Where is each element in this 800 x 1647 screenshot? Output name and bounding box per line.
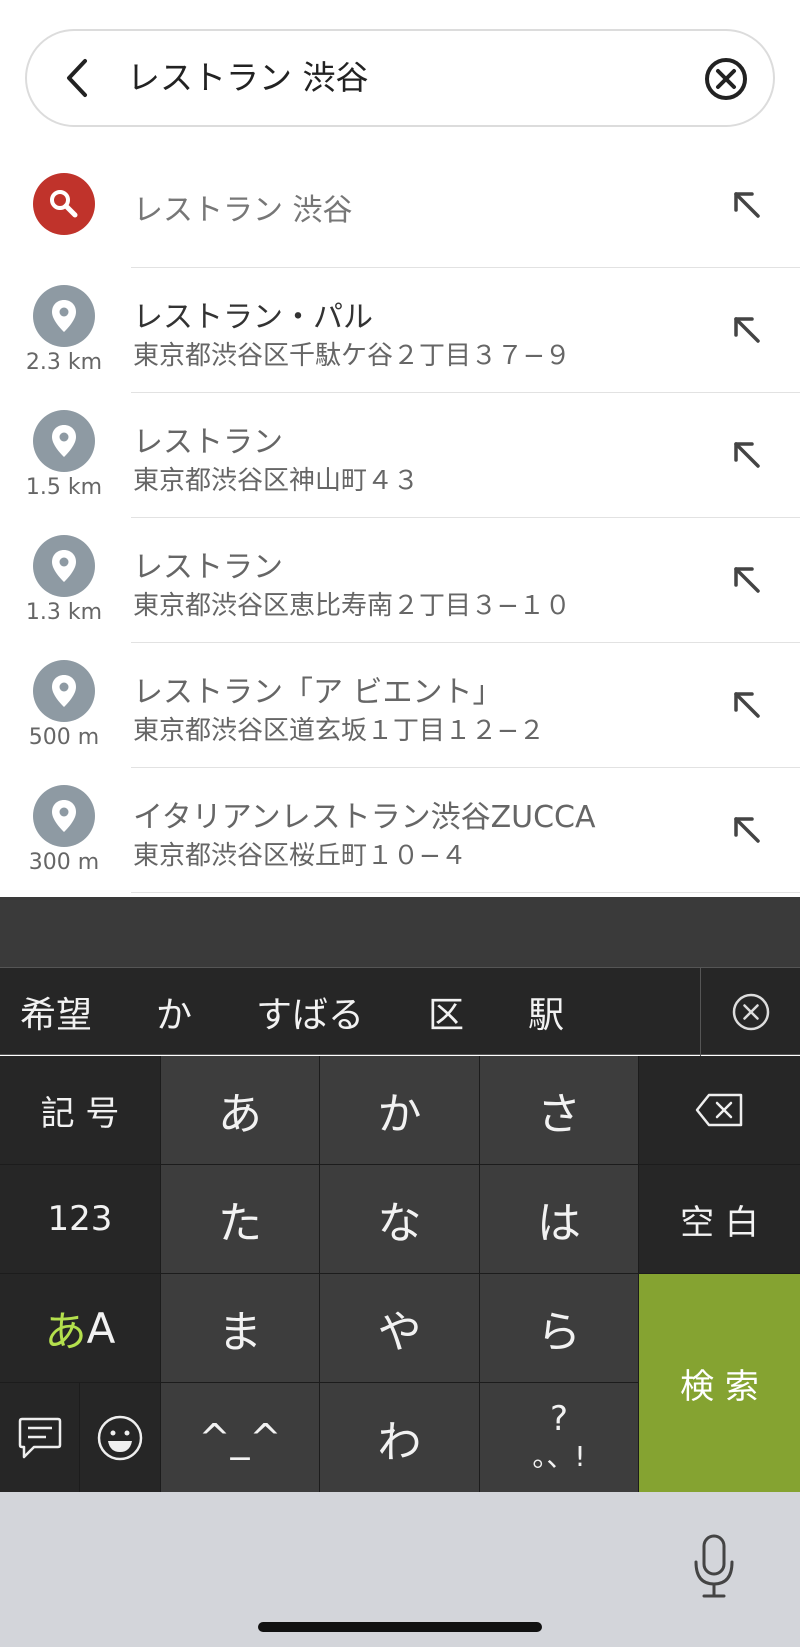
search-bar: レストラン 渋谷 (25, 29, 775, 127)
input-mode-key[interactable]: あA (0, 1274, 160, 1382)
divider (131, 892, 800, 893)
mode-kana-label: あ (44, 1306, 87, 1356)
location-pin-icon (33, 660, 95, 722)
keyboard-bottom-bar (0, 1492, 800, 1647)
chevron-left-icon (67, 59, 87, 97)
key-ka[interactable]: か (320, 1056, 479, 1164)
candidate-word[interactable]: 駅 (508, 986, 564, 1038)
key-ya[interactable]: や (320, 1274, 479, 1382)
place-title: レストラン (133, 425, 283, 460)
query-suggestion-row[interactable]: レストラン 渋谷 (0, 143, 800, 268)
place-result-row[interactable]: 300 m イタリアンレストラン渋谷ZUCCA 東京都渋谷区桜丘町１０−４ (0, 768, 800, 893)
place-title: イタリアンレストラン渋谷ZUCCA (133, 800, 596, 835)
close-circle-icon (732, 993, 769, 1031)
key-ra[interactable]: ら (480, 1274, 638, 1382)
key-a[interactable]: あ (161, 1056, 319, 1164)
distance-label: 1.5 km (25, 475, 103, 500)
place-address: 東京都渋谷区道玄坂１丁目１２−２ (133, 716, 545, 746)
fill-query-arrow-icon[interactable] (732, 315, 762, 345)
location-pin-icon (33, 410, 95, 472)
space-key[interactable]: 空 白 (639, 1165, 800, 1273)
microphone-icon[interactable] (690, 1532, 738, 1602)
location-pin-icon (33, 535, 95, 597)
chat-bubble-icon (18, 1417, 61, 1458)
punct-marks-label: 。、! (532, 1439, 586, 1473)
home-indicator[interactable] (258, 1622, 542, 1632)
punctuation-key[interactable]: ? 。、! (480, 1383, 638, 1492)
clear-search-button[interactable] (703, 56, 749, 102)
clear-circle-icon (705, 58, 747, 100)
candidate-word[interactable]: 希望 (0, 986, 92, 1038)
memo-key[interactable] (0, 1383, 79, 1492)
place-result-row[interactable]: 1.5 km レストラン 東京都渋谷区神山町４３ (0, 393, 800, 518)
candidate-bar: 希望 か すばる 区 駅 (0, 967, 800, 1056)
candidate-word[interactable]: すばる (236, 986, 364, 1038)
fill-query-arrow-icon[interactable] (732, 815, 762, 845)
backspace-key[interactable] (639, 1056, 800, 1164)
back-button[interactable] (55, 53, 105, 103)
place-address: 東京都渋谷区千駄ケ谷２丁目３７−９ (133, 341, 571, 371)
place-result-row[interactable]: 500 m レストラン「ア ビエント」 東京都渋谷区道玄坂１丁目１２−２ (0, 643, 800, 768)
key-ha[interactable]: は (480, 1165, 638, 1273)
fill-query-arrow-icon[interactable] (732, 190, 762, 220)
candidate-close-button[interactable] (700, 968, 800, 1056)
search-key[interactable]: 検 索 (639, 1274, 800, 1492)
key-sa[interactable]: さ (480, 1056, 638, 1164)
search-icon (33, 173, 95, 235)
kana-keyboard: 記 号 あ か さ 123 た な は 空 白 あA ま や ら 検 索 ^_^… (0, 1056, 800, 1492)
place-result-row[interactable]: 2.3 km レストラン・パル 東京都渋谷区千駄ケ谷２丁目３７−９ (0, 268, 800, 393)
mode-alpha-label: A (86, 1303, 116, 1353)
backspace-icon (695, 1093, 742, 1127)
smiley-icon (97, 1415, 143, 1460)
punct-question-label: ? (549, 1398, 569, 1439)
keyboard-toolbar (0, 897, 800, 967)
fill-query-arrow-icon[interactable] (732, 690, 762, 720)
candidate-word[interactable]: 区 (408, 986, 464, 1038)
place-title: レストラン「ア ビエント」 (133, 675, 503, 710)
key-wa[interactable]: わ (320, 1383, 479, 1492)
fill-query-arrow-icon[interactable] (732, 565, 762, 595)
location-pin-icon (33, 285, 95, 347)
location-pin-icon (33, 785, 95, 847)
place-title: レストラン (133, 550, 283, 585)
symbols-key[interactable]: 記 号 (0, 1056, 160, 1164)
place-address: 東京都渋谷区桜丘町１０−４ (133, 841, 467, 871)
distance-label: 1.3 km (25, 600, 103, 625)
place-address: 東京都渋谷区神山町４３ (133, 466, 420, 496)
distance-label: 300 m (28, 850, 100, 875)
key-ma[interactable]: ま (161, 1274, 319, 1382)
fill-query-arrow-icon[interactable] (732, 440, 762, 470)
search-input[interactable]: レストラン 渋谷 (127, 58, 369, 98)
kaomoji-key[interactable]: ^_^ (161, 1383, 319, 1492)
place-result-row[interactable]: 1.3 km レストラン 東京都渋谷区恵比寿南２丁目３−１０ (0, 518, 800, 643)
key-ta[interactable]: た (161, 1165, 319, 1273)
numbers-key[interactable]: 123 (0, 1165, 160, 1273)
distance-label: 500 m (28, 725, 100, 750)
place-title: レストラン・パル (133, 300, 373, 335)
emoji-key[interactable] (80, 1383, 160, 1492)
candidate-word[interactable]: か (136, 986, 192, 1038)
key-na[interactable]: な (320, 1165, 479, 1273)
place-address: 東京都渋谷区恵比寿南２丁目３−１０ (133, 591, 571, 621)
distance-label: 2.3 km (25, 350, 103, 375)
suggestion-label: レストラン 渋谷 (133, 193, 353, 228)
